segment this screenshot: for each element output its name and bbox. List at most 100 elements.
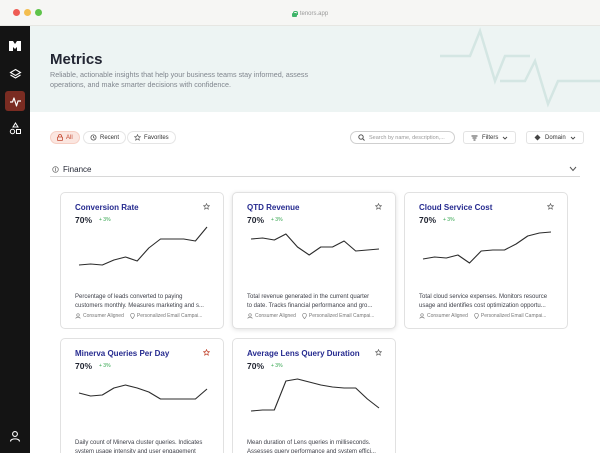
- sparkline-path: [78, 226, 208, 266]
- metric-card[interactable]: Conversion Rate 70% + 3% Percentage of l…: [60, 192, 224, 329]
- people-icon: [75, 313, 81, 319]
- filter-recent-button[interactable]: Recent: [83, 131, 127, 144]
- metric-card-description: Total cloud service expenses. Monitors r…: [419, 293, 557, 310]
- page-title: Metrics: [50, 51, 103, 68]
- metric-card-tags: Consumer Aligned Personalized Email Camp…: [419, 313, 559, 319]
- section-title: Finance: [63, 165, 92, 174]
- metric-card-description-line2: system usage intensity and user engageme…: [75, 448, 196, 453]
- search-placeholder: Search by name, description,...: [369, 134, 445, 141]
- metric-card-title: Cloud Service Cost: [419, 203, 493, 212]
- sparkline-path: [250, 233, 380, 256]
- metric-sparkline: [78, 384, 208, 400]
- star-icon[interactable]: [203, 349, 210, 356]
- chevron-down-icon: [503, 136, 508, 140]
- chevron-down-icon[interactable]: [569, 166, 577, 172]
- metric-card-description-line2: to date. Tracks financial performance an…: [247, 302, 373, 309]
- metric-card-description-line2: usage and identifies cost optimization o…: [419, 302, 546, 309]
- shapes-icon[interactable]: [5, 118, 25, 138]
- domain-dropdown[interactable]: Domain: [526, 131, 584, 144]
- filter-all-button[interactable]: All: [50, 131, 80, 144]
- tag-label: Consumer Aligned: [83, 313, 124, 319]
- sidebar: [0, 26, 30, 453]
- metric-card-description: Daily count of Minerva cluster queries. …: [75, 439, 213, 453]
- page-subtitle: Reliable, actionable insights that help …: [50, 70, 330, 89]
- metric-card[interactable]: Minerva Queries Per Day 70% + 3% Daily c…: [60, 338, 224, 453]
- filters-label: Filters: [482, 134, 499, 141]
- metric-card-description-line1: Total revenue generated in the current q…: [247, 294, 370, 300]
- page-subtitle-line1: Reliable, actionable insights that help …: [50, 70, 309, 79]
- close-window-button[interactable]: [13, 9, 20, 16]
- domain-label: Domain: [545, 134, 566, 141]
- filters-dropdown[interactable]: Filters: [463, 131, 517, 144]
- metric-card-description-line1: Daily count of Minerva cluster queries. …: [75, 440, 203, 446]
- tag-consumer-aligned[interactable]: Consumer Aligned: [247, 313, 296, 319]
- search-input[interactable]: Search by name, description,...: [350, 131, 455, 144]
- app-logo-icon[interactable]: [5, 36, 25, 56]
- metric-card-description-line1: Total cloud service expenses. Monitors r…: [419, 294, 548, 300]
- star-icon: [134, 134, 141, 141]
- address-bar[interactable]: tenors.app: [270, 8, 350, 19]
- metric-card-title: QTD Revenue: [247, 203, 300, 212]
- metric-card-title: Conversion Rate: [75, 203, 139, 212]
- tag-label: Consumer Aligned: [255, 313, 296, 319]
- location-pin-icon: [130, 313, 135, 319]
- tag-label: Personalized Email Campai...: [136, 313, 203, 319]
- sparkline-path: [250, 378, 380, 412]
- location-pin-icon: [474, 313, 479, 319]
- tag-consumer-aligned[interactable]: Consumer Aligned: [75, 313, 124, 319]
- minimize-window-button[interactable]: [24, 9, 31, 16]
- tag-campaign[interactable]: Personalized Email Campai...: [474, 313, 547, 319]
- people-icon: [247, 313, 253, 319]
- user-profile-icon[interactable]: [5, 426, 25, 446]
- chevron-down-icon: [570, 136, 576, 140]
- filter-recent-label: Recent: [100, 134, 120, 141]
- metric-card[interactable]: Average Lens Query Duration 70% + 3% Mea…: [232, 338, 396, 453]
- tag-label: Consumer Aligned: [427, 313, 468, 319]
- filter-icon: [471, 135, 478, 140]
- metric-card-description-line1: Percentage of leads converted to paying: [75, 294, 183, 300]
- tag-campaign[interactable]: Personalized Email Campai...: [302, 313, 375, 319]
- star-icon[interactable]: [547, 203, 554, 210]
- star-icon[interactable]: [375, 203, 382, 210]
- metric-card[interactable]: Cloud Service Cost 70% + 3% Total cloud …: [404, 192, 568, 329]
- metric-sparkline: [78, 226, 208, 266]
- address-text: tenors.app: [299, 10, 329, 17]
- tag-consumer-aligned[interactable]: Consumer Aligned: [419, 313, 468, 319]
- filter-favorites-button[interactable]: Favorites: [127, 131, 176, 144]
- metric-card[interactable]: QTD Revenue 70% + 3% Total revenue gener…: [232, 192, 396, 329]
- header-decoration: [440, 27, 600, 108]
- metric-card-description-line2: customers monthly. Measures marketing an…: [75, 302, 204, 309]
- coin-icon: [52, 166, 59, 173]
- maximize-window-button[interactable]: [35, 9, 42, 16]
- star-icon[interactable]: [203, 203, 210, 210]
- tag-campaign[interactable]: Personalized Email Campai...: [130, 313, 203, 319]
- star-icon[interactable]: [375, 349, 382, 356]
- metric-card-description: Mean duration of Lens queries in millise…: [247, 439, 385, 453]
- metric-card-tags: Consumer Aligned Personalized Email Camp…: [75, 313, 215, 319]
- lock-icon: [291, 10, 298, 17]
- tag-label: Personalized Email Campai...: [480, 313, 547, 319]
- metric-sparkline: [250, 378, 380, 412]
- metric-card-title: Minerva Queries Per Day: [75, 349, 170, 358]
- location-pin-icon: [302, 313, 307, 319]
- tag-label: Personalized Email Campai...: [308, 313, 375, 319]
- filter-favorites-label: Favorites: [144, 134, 169, 141]
- section-header-finance[interactable]: Finance: [50, 163, 580, 177]
- search-icon: [358, 134, 365, 141]
- layers-icon[interactable]: [5, 64, 25, 84]
- lock-icon: [57, 134, 63, 141]
- page-header: Metrics Reliable, actionable insights th…: [30, 26, 600, 112]
- metric-sparkline: [250, 233, 380, 256]
- domain-icon: [534, 134, 541, 141]
- metric-card-description: Percentage of leads converted to paying …: [75, 293, 213, 310]
- metrics-nav-icon[interactable]: [5, 91, 25, 111]
- sparkline-path: [422, 231, 552, 264]
- people-icon: [419, 313, 425, 319]
- metric-card-description-line2: Assesses query performance and system ef…: [247, 448, 376, 453]
- history-icon: [90, 134, 97, 141]
- metric-card-tags: Consumer Aligned Personalized Email Camp…: [247, 313, 387, 319]
- filter-all-label: All: [66, 134, 73, 141]
- metric-card-description: Total revenue generated in the current q…: [247, 293, 385, 310]
- browser-chrome: tenors.app: [0, 0, 600, 26]
- metric-card-description-line1: Mean duration of Lens queries in millise…: [247, 440, 371, 446]
